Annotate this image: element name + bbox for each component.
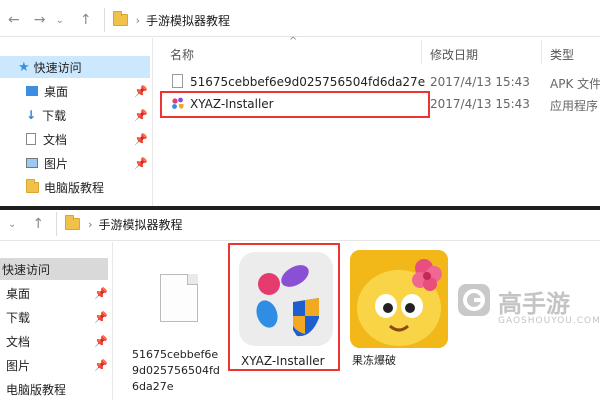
watermark: 高手游 GAOSHOUYOU.COM <box>456 280 600 334</box>
breadcrumb-chevron-icon: › <box>135 13 140 27</box>
sidebar-item-documents[interactable]: 文档 <box>0 128 67 150</box>
pin-icon[interactable]: 📌 <box>134 85 148 98</box>
forward-arrow-icon[interactable]: → <box>34 12 46 28</box>
table-row[interactable]: 51675cebbef6e9d025756504fd6da27e 2017/4/… <box>160 72 600 92</box>
sidebar: 快速访问 桌面 下载 文档 图片 电脑版教程 📌 📌 📌 📌 <box>0 258 110 400</box>
file-icon <box>172 74 183 88</box>
star-icon: ★ <box>18 59 30 75</box>
highlight-box <box>228 243 340 371</box>
sidebar-item-documents[interactable]: 文档 <box>0 330 30 352</box>
file-name: 51675cebbef6e9d025756504fd6da27e <box>190 75 426 89</box>
address-bar: ← → ⌄ ↑ › 手游模拟器教程 <box>0 8 600 32</box>
column-header-type[interactable]: 类型 <box>550 46 574 63</box>
download-icon: ↓ <box>26 108 37 122</box>
file-name: 果冻爆破 <box>352 354 396 367</box>
sidebar-item-desktop[interactable]: 桌面 <box>0 80 68 102</box>
sidebar-item-pictures[interactable]: 图片 <box>0 354 30 376</box>
pin-icon[interactable]: 📌 <box>94 287 108 300</box>
breadcrumb-chevron-icon: › <box>88 217 93 231</box>
file-name-line: 6da27e <box>132 380 174 393</box>
picture-icon <box>26 158 38 168</box>
watermark-logo-icon <box>458 284 490 316</box>
pin-icon[interactable]: 📌 <box>94 311 108 324</box>
sidebar-item-desktop[interactable]: 桌面 <box>0 282 30 304</box>
watermark-url: GAOSHOUYOU.COM <box>498 316 600 326</box>
pin-icon[interactable]: 📌 <box>134 109 148 122</box>
game-icon <box>350 250 448 348</box>
bottom-window: ⌄ ↑ › 手游模拟器教程 快速访问 桌面 下载 文档 图片 电脑版教程 📌 📌… <box>0 210 600 400</box>
up-arrow-icon[interactable]: ↑ <box>80 12 92 28</box>
folder-icon <box>26 178 39 193</box>
document-icon <box>26 133 36 145</box>
folder-icon <box>112 11 128 26</box>
watermark-brand: 高手游 <box>498 290 570 318</box>
file-name-line: 9d025756504fd <box>132 364 220 377</box>
breadcrumb[interactable]: 手游模拟器教程 <box>146 12 230 29</box>
sidebar-item-quick-access[interactable]: 快速访问 <box>0 258 108 280</box>
breadcrumb[interactable]: 手游模拟器教程 <box>99 216 183 233</box>
sidebar: ★ 快速访问 桌面 ↓ 下载 文档 图片 电脑版教程 📌 📌 📌 📌 <box>0 56 150 206</box>
recent-chevron-icon[interactable]: ⌄ <box>55 15 63 26</box>
sidebar-item-quick-access[interactable]: ★ 快速访问 <box>0 56 150 78</box>
file-item[interactable]: 51675cebbef6e 9d025756504fd 6da27e <box>130 248 226 400</box>
highlight-box <box>160 91 430 118</box>
address-bar: ⌄ ↑ › 手游模拟器教程 <box>0 212 600 236</box>
folder-icon <box>65 215 81 230</box>
column-header-date[interactable]: 修改日期 <box>430 46 478 63</box>
back-arrow-icon[interactable]: ← <box>8 12 20 28</box>
sidebar-item-downloads[interactable]: ↓ 下载 <box>0 104 66 126</box>
file-name-line: 51675cebbef6e <box>132 348 219 361</box>
file-item-game[interactable]: 果冻爆破 <box>348 248 452 368</box>
file-date: 2017/4/13 15:43 <box>430 75 530 89</box>
file-type: APK 文件 <box>550 77 600 91</box>
column-header-name[interactable]: 名称 <box>170 46 194 63</box>
pin-icon[interactable]: 📌 <box>94 359 108 372</box>
up-arrow-icon[interactable]: ↑ <box>32 216 44 232</box>
desktop-icon <box>26 86 38 96</box>
top-window: ← → ⌄ ↑ › 手游模拟器教程 ★ 快速访问 桌面 ↓ 下载 文档 图片 电… <box>0 0 600 208</box>
sidebar-item-downloads[interactable]: 下载 <box>0 306 30 328</box>
sidebar-item-pc-tutorial[interactable]: 电脑版教程 <box>0 176 104 198</box>
file-type: 应用程序 <box>550 99 599 113</box>
recent-chevron-icon[interactable]: ⌄ <box>8 219 16 230</box>
pin-icon[interactable]: 📌 <box>134 157 148 170</box>
file-date: 2017/4/13 15:43 <box>430 97 530 111</box>
pin-icon[interactable]: 📌 <box>134 133 148 146</box>
sort-arrow-icon: ^ <box>289 36 298 47</box>
sidebar-item-pc-tutorial[interactable]: 电脑版教程 <box>0 378 66 400</box>
sidebar-item-pictures[interactable]: 图片 <box>0 152 68 174</box>
pin-icon[interactable]: 📌 <box>94 335 108 348</box>
